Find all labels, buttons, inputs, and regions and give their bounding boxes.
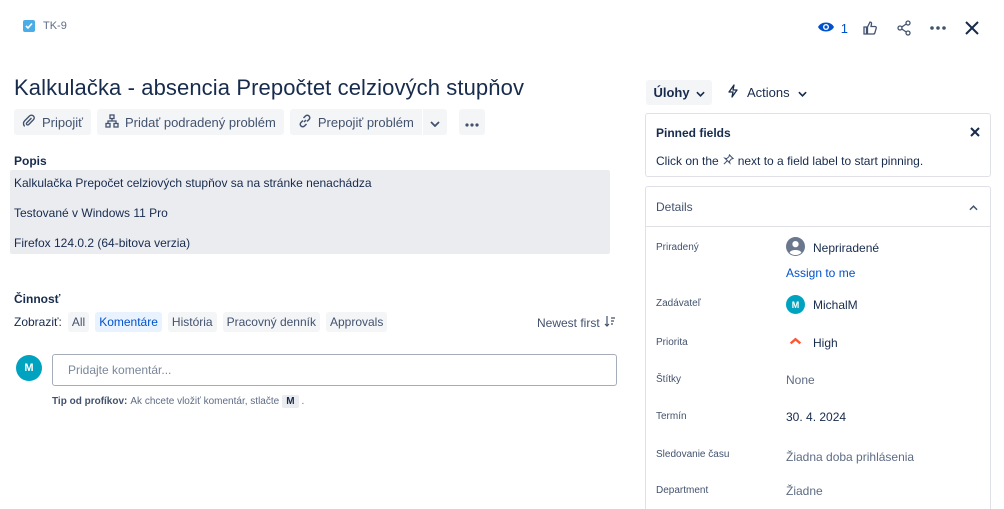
issue-key[interactable]: TK-9 <box>43 20 67 32</box>
actions-dropdown[interactable]: Actions <box>727 80 807 105</box>
details-header[interactable]: Details <box>646 187 990 227</box>
details-title: Details <box>656 199 693 214</box>
thumbs-up-icon[interactable] <box>858 16 882 40</box>
field-label-reporter: Zadávateľ <box>656 298 701 309</box>
field-label-assignee: Priradený <box>656 242 699 253</box>
description-line: Kalkulačka Prepočet celziových stupňov s… <box>14 176 372 190</box>
filter-all[interactable]: All <box>67 312 90 332</box>
chevron-down-icon <box>430 115 440 130</box>
unassigned-avatar-icon <box>786 237 805 259</box>
description-line: Firefox 124.0.2 (64-bitova verzia) <box>14 236 191 250</box>
status-label: Úlohy <box>653 85 690 100</box>
lightning-icon <box>727 84 739 101</box>
description-line: Testované v Windows 11 Pro <box>14 206 168 220</box>
header-actions: 1 <box>817 16 984 40</box>
status-dropdown[interactable]: Úlohy <box>646 80 712 105</box>
issue-header: TK-9 1 <box>0 0 1004 56</box>
task-type-icon <box>23 20 35 32</box>
activity-heading: Činnosť <box>14 292 61 306</box>
details-panel: Details Priradený Nepriradené Assign to … <box>645 186 991 509</box>
assign-to-me-link[interactable]: Assign to me <box>786 266 855 280</box>
description-field[interactable]: Kalkulačka Prepočet celziových stupňov s… <box>10 170 610 254</box>
field-label-priority: Priorita <box>656 337 688 348</box>
assignee-value[interactable]: Nepriradené <box>786 237 879 259</box>
pinned-hint-after: next to a field label to start pinning. <box>737 154 924 168</box>
show-label: Zobraziť: <box>14 315 62 329</box>
sort-icon <box>604 315 616 330</box>
add-child-issue-button[interactable]: Pridať podradený problém <box>97 109 284 135</box>
reporter-value[interactable]: M MichalM <box>786 295 858 314</box>
add-child-label: Pridať podradený problém <box>125 114 276 130</box>
tip-end: . <box>301 396 305 407</box>
tip-title: Tip od profíkov: <box>52 396 128 407</box>
reporter-name: MichalM <box>813 297 858 312</box>
link-icon <box>298 114 312 131</box>
link-issue-label: Prepojiť problém <box>317 114 414 130</box>
reporter-avatar: M <box>786 295 805 314</box>
sort-order-button[interactable]: Newest first <box>537 315 616 330</box>
more-options-icon[interactable] <box>926 16 950 40</box>
field-label-department: Department <box>656 485 709 496</box>
pinned-hint-before: Click on the <box>656 154 719 168</box>
activity-filters: Zobraziť: All Komentáre História Pracovn… <box>14 312 388 332</box>
field-label-time-tracking: Sledovanie času <box>656 449 730 460</box>
tip-text: Ak chcete vložiť komentár, stlačte <box>130 396 280 407</box>
pinned-fields-title: Pinned fields <box>656 126 731 140</box>
description-heading: Popis <box>14 154 47 168</box>
filter-comments[interactable]: Komentáre <box>95 312 162 332</box>
chevron-up-icon <box>969 200 978 214</box>
priority-value[interactable]: High <box>786 335 838 350</box>
link-issue-split-button: Prepojiť problém <box>289 109 447 135</box>
priority-high-icon <box>786 335 805 350</box>
eye-icon <box>817 20 835 37</box>
chevron-down-icon <box>695 85 705 100</box>
current-user-avatar: M <box>16 355 42 381</box>
department-value[interactable]: Žiadne <box>786 484 823 498</box>
pin-icon <box>722 153 734 168</box>
pinned-fields-panel: Pinned fields Click on the next to a fie… <box>645 113 991 177</box>
link-issue-button[interactable]: Prepojiť problém <box>289 109 422 135</box>
pinned-fields-hint: Click on the next to a field label to st… <box>656 153 924 168</box>
hierarchy-icon <box>105 113 119 131</box>
watch-count: 1 <box>840 20 848 36</box>
attach-label: Pripojiť <box>42 114 83 130</box>
actions-label: Actions <box>747 85 790 100</box>
sort-label: Newest first <box>537 315 600 330</box>
issue-key-breadcrumb[interactable]: TK-9 <box>23 20 67 32</box>
link-issue-dropdown-button[interactable] <box>422 109 447 135</box>
issue-toolbar: Pripojiť Pridať podradený problém Prepoj… <box>14 109 485 135</box>
filter-approvals[interactable]: Approvals <box>325 312 388 332</box>
filter-history[interactable]: História <box>167 312 217 332</box>
paperclip-icon <box>22 113 36 131</box>
due-date-value[interactable]: 30. 4. 2024 <box>786 410 846 424</box>
issue-title[interactable]: Kalkulačka - absencia Prepočtet celziový… <box>14 75 524 101</box>
field-label-due-date: Termín <box>656 411 687 422</box>
priority-name: High <box>813 335 838 350</box>
pro-tip: Tip od profíkov: Ak chcete vložiť koment… <box>52 395 304 408</box>
tip-shortcut-key: M <box>282 395 299 408</box>
share-icon[interactable] <box>892 16 916 40</box>
close-icon[interactable] <box>970 124 980 140</box>
time-tracking-value[interactable]: Žiadna doba prihlásenia <box>786 450 914 464</box>
close-icon[interactable] <box>960 16 984 40</box>
assignee-name: Nepriradené <box>813 241 880 255</box>
watch-button[interactable]: 1 <box>817 20 848 37</box>
more-icon <box>465 115 479 130</box>
filter-worklog[interactable]: Pracovný denník <box>222 312 320 332</box>
toolbar-more-button[interactable] <box>458 109 485 135</box>
attach-button[interactable]: Pripojiť <box>14 109 91 135</box>
comment-input[interactable]: Pridajte komentár... <box>52 354 617 386</box>
chevron-down-icon <box>797 85 807 100</box>
labels-value[interactable]: None <box>786 373 815 387</box>
field-label-labels: Štítky <box>656 374 682 385</box>
